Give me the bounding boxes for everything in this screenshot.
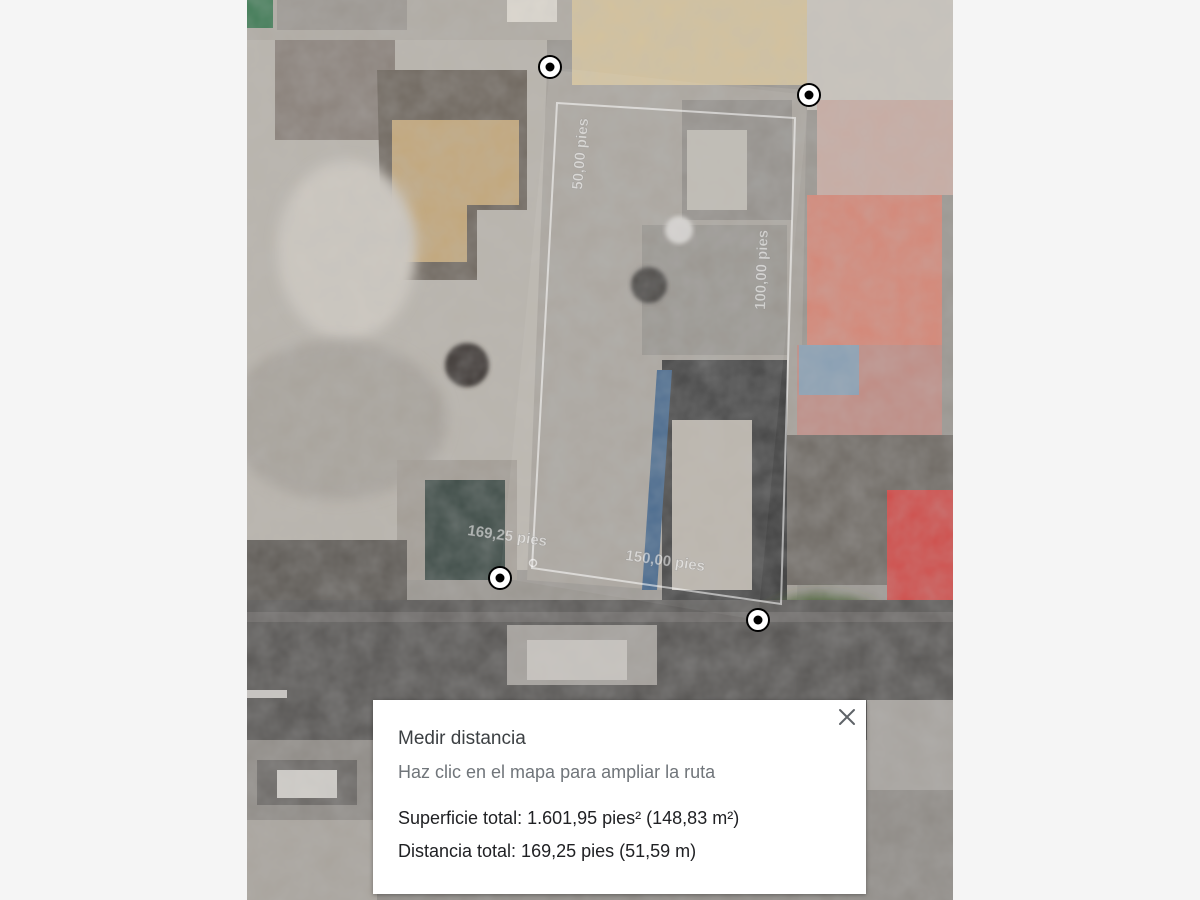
total-area: Superficie total: 1.601,95 pies² (148,83… [398, 808, 740, 828]
page-frame: 50,00 pies 100,00 pies 150,00 pies 169,2… [0, 0, 1200, 900]
vertex-marker-2[interactable] [797, 83, 821, 107]
panel-title: Medir distancia [398, 728, 526, 749]
midpoint-marker[interactable] [528, 558, 538, 568]
panel-hint: Haz clic en el mapa para ampliar la ruta [398, 762, 716, 782]
total-distance: Distancia total: 169,25 pies (51,59 m) [398, 841, 697, 861]
measure-distance-panel: Medir distancia Haz clic en el mapa para… [373, 700, 866, 894]
vertex-marker-1[interactable] [538, 55, 562, 79]
close-button[interactable] [834, 704, 860, 730]
panel-stats: Superficie total: 1.601,95 pies² (148,83… [398, 807, 842, 862]
close-icon [839, 709, 855, 725]
vertex-marker-3[interactable] [746, 608, 770, 632]
vertex-marker-4[interactable] [488, 566, 512, 590]
